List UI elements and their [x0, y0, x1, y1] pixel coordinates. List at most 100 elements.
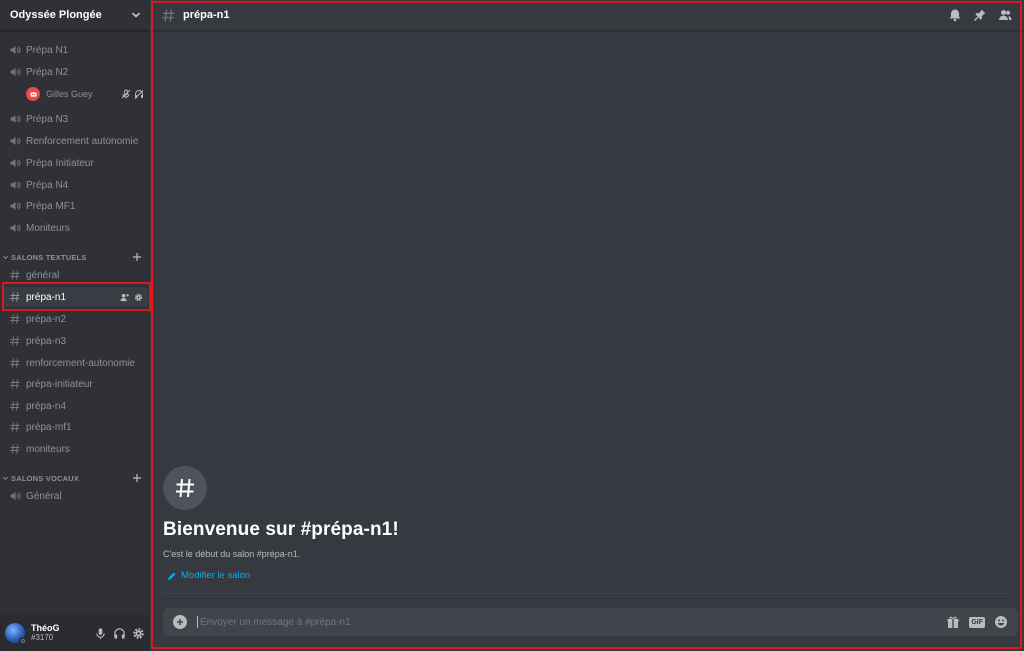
hash-icon: [176, 478, 194, 498]
chevron-down-icon: [2, 255, 9, 259]
chevron-down-icon[interactable]: [130, 9, 142, 21]
voice-channel-prepa-n2[interactable]: Prépa N2: [4, 62, 146, 82]
message-input[interactable]: [197, 616, 947, 628]
speaker-icon: [10, 492, 21, 500]
voice-user-name: Gilles Guey: [46, 89, 93, 99]
gift-icon[interactable]: [946, 615, 960, 629]
text-channel-prepa-n2[interactable]: prépa-n2: [4, 309, 146, 329]
channel-label: prépa-n3: [26, 335, 67, 347]
members-icon[interactable]: [998, 8, 1012, 22]
mic-icon[interactable]: [94, 627, 107, 640]
welcome-section: Bienvenue sur #prépa-n1! C'est le début …: [163, 466, 399, 581]
server-header[interactable]: Odyssée Plongée: [0, 0, 150, 31]
channel-label: Prépa N2: [26, 66, 69, 78]
status-indicator: [19, 637, 27, 645]
discord-logo-icon: [29, 91, 37, 97]
chevron-down-icon: [2, 476, 9, 480]
channel-label: Moniteurs: [26, 222, 70, 234]
headphones-icon[interactable]: [113, 627, 126, 640]
hash-icon: [10, 336, 20, 346]
voice-channel-prepa-n1[interactable]: Prépa N1: [4, 40, 146, 60]
channel-label: Général: [26, 490, 62, 502]
text-channel-prepa-mf1[interactable]: prépa-mf1: [4, 417, 146, 437]
edit-channel-link[interactable]: Modifier le salon: [167, 570, 399, 581]
voice-user-gilles-guey[interactable]: Gilles Guey: [26, 84, 146, 104]
speaker-icon: [10, 224, 21, 232]
user-panel: ThéoG #3170: [0, 615, 150, 651]
hash-icon: [10, 358, 20, 368]
channel-label: Prépa N4: [26, 179, 69, 191]
category-label: SALONS TEXTUELS: [11, 252, 87, 262]
welcome-title: Bienvenue sur #prépa-n1!: [163, 519, 399, 540]
server-name: Odyssée Plongée: [10, 9, 102, 21]
hash-icon: [162, 8, 175, 22]
channel-label: Prépa N3: [26, 113, 69, 125]
welcome-subtitle: C'est le début du salon #prépa-n1.: [163, 549, 301, 559]
channel-label: Renforcement autonomie: [26, 135, 139, 147]
voice-channel-renforcement-autonomie[interactable]: Renforcement autonomie: [4, 131, 146, 151]
category-voice-channels[interactable]: SALONS VOCAUX: [2, 471, 146, 485]
user-tag: #3170: [31, 633, 54, 642]
speaker-icon: [10, 137, 21, 145]
emoji-icon[interactable]: [994, 615, 1008, 629]
channel-sidebar: Odyssée Plongée Prépa N1 Prépa N2 Gilles…: [0, 0, 151, 651]
text-channel-prepa-initiateur[interactable]: prépa-initiateur: [4, 374, 146, 394]
channel-header: prépa-n1: [151, 0, 1024, 31]
speaker-icon: [10, 159, 21, 167]
speaker-icon: [10, 46, 21, 54]
channel-label: prépa-mf1: [26, 421, 72, 433]
avatar: [26, 87, 40, 101]
speaker-icon: [10, 115, 21, 123]
channel-label: prépa-n4: [26, 400, 67, 412]
channel-title: prépa-n1: [183, 9, 230, 21]
speaker-icon: [10, 181, 21, 189]
plus-icon[interactable]: [132, 473, 142, 483]
gear-icon[interactable]: [132, 627, 145, 640]
channel-label: Prépa MF1: [26, 200, 76, 212]
voice-channel-prepa-n4[interactable]: Prépa N4: [4, 175, 146, 195]
text-channel-moniteurs[interactable]: moniteurs: [4, 439, 146, 459]
voice-channel-prepa-n3[interactable]: Prépa N3: [4, 109, 146, 129]
category-text-channels[interactable]: SALONS TEXTUELS: [2, 250, 146, 264]
upload-plus-button[interactable]: [173, 615, 187, 629]
text-channel-renforcement-autonomie[interactable]: renforcement-autonomie: [4, 353, 146, 373]
category-label: SALONS VOCAUX: [11, 473, 80, 483]
deafened-icon: [134, 90, 144, 99]
hash-icon: [10, 401, 20, 411]
channel-label: prépa-n2: [26, 313, 67, 325]
speaker-icon: [10, 202, 21, 210]
channel-list: Prépa N1 Prépa N2 Gilles Guey Prépa N3 R…: [0, 31, 150, 607]
channel-label: Prépa Initiateur: [26, 157, 94, 169]
voice-channel-prepa-initiateur[interactable]: Prépa Initiateur: [4, 153, 146, 173]
user-name: ThéoG: [31, 623, 60, 633]
channel-label: prépa-initiateur: [26, 378, 93, 390]
divider: [163, 593, 1010, 594]
avatar[interactable]: [5, 623, 27, 645]
plus-icon[interactable]: [132, 252, 142, 262]
hash-icon: [10, 314, 20, 324]
gif-icon[interactable]: GIF: [969, 616, 985, 628]
message-composer: GIF: [163, 608, 1018, 636]
welcome-hash-badge: [163, 466, 207, 510]
voice-channel-prepa-mf1[interactable]: Prépa MF1: [4, 196, 146, 216]
channel-label: renforcement-autonomie: [26, 357, 135, 369]
bell-icon[interactable]: [948, 8, 962, 22]
text-channel-prepa-n4[interactable]: prépa-n4: [4, 396, 146, 416]
hash-icon: [10, 379, 20, 389]
muted-mic-icon: [121, 89, 131, 99]
hash-icon: [10, 422, 20, 432]
pencil-icon: [168, 572, 176, 580]
pin-icon[interactable]: [973, 8, 987, 22]
voice-channel-moniteurs[interactable]: Moniteurs: [4, 218, 146, 238]
active-channel-highlight: [2, 282, 151, 311]
channel-label: moniteurs: [26, 443, 70, 455]
edit-channel-label: Modifier le salon: [181, 570, 251, 581]
plus-icon: [177, 619, 183, 625]
hash-icon: [10, 270, 20, 280]
voice-channel-general[interactable]: Général: [4, 486, 146, 506]
speaker-icon: [10, 68, 21, 76]
hash-icon: [10, 444, 20, 454]
chat-area: prépa-n1 Bienvenue sur #prépa-n1! C'est …: [151, 0, 1024, 651]
text-channel-prepa-n3[interactable]: prépa-n3: [4, 331, 146, 351]
channel-label: Prépa N1: [26, 44, 69, 56]
